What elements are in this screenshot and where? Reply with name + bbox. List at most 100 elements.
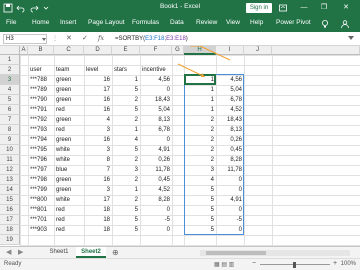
restore-button[interactable]: ❐ [316, 0, 332, 16]
horizontal-scrollbar[interactable] [200, 250, 350, 256]
cell-user[interactable]: ***796 [28, 155, 54, 165]
cell-team[interactable]: red [54, 205, 84, 215]
cell-user[interactable]: ***798 [28, 175, 54, 185]
tab-insert[interactable]: Insert [60, 19, 76, 26]
cell-team[interactable]: red [54, 215, 84, 225]
zoom-level[interactable]: 100% [341, 261, 356, 267]
row-header-18[interactable]: 18 [0, 225, 20, 235]
formula-input[interactable]: =SORTBY(E3:F18;E3:E18) [115, 34, 355, 44]
cell-user[interactable]: ***792 [28, 115, 54, 125]
tab-home[interactable]: Home [32, 19, 49, 26]
cell-team[interactable]: red [54, 225, 84, 235]
cell-level[interactable]: 7 [84, 165, 112, 175]
cell-stars[interactable]: 2 [112, 195, 140, 205]
cell-stars[interactable]: 5 [112, 105, 140, 115]
name-box[interactable]: H3 [3, 34, 47, 44]
cell-level[interactable]: 17 [84, 195, 112, 205]
cell-team[interactable]: white [54, 195, 84, 205]
tab-page-layout[interactable]: Page Layout [88, 19, 125, 26]
cell-user[interactable]: ***799 [28, 185, 54, 195]
cell-user[interactable]: ***903 [28, 225, 54, 235]
cell-incentive[interactable]: 4,52 [140, 185, 172, 195]
cell-stars[interactable]: 2 [112, 155, 140, 165]
cell-team[interactable]: red [54, 125, 84, 135]
cell-team[interactable]: red [54, 105, 84, 115]
cell-level[interactable]: 3 [84, 145, 112, 155]
cell-incentive[interactable]: 4,91 [140, 145, 172, 155]
cell-user[interactable]: ***793 [28, 125, 54, 135]
cell-incentive[interactable]: 0 [140, 205, 172, 215]
zoom-slider-knob[interactable] [293, 262, 296, 268]
tab-view[interactable]: View [226, 19, 240, 26]
row-header-16[interactable]: 16 [0, 205, 20, 215]
zoom-out-button[interactable]: − [252, 260, 256, 267]
cell-incentive[interactable]: 0,45 [140, 175, 172, 185]
cell-user[interactable]: ***801 [28, 205, 54, 215]
row-header-15[interactable]: 15 [0, 195, 20, 205]
cell-stars[interactable]: 3 [112, 165, 140, 175]
cell-level[interactable]: 16 [84, 175, 112, 185]
cell-level[interactable]: 16 [84, 135, 112, 145]
cell-incentive[interactable]: 5,04 [140, 105, 172, 115]
sheet-tab-sheet1[interactable]: Sheet1 [44, 247, 74, 258]
row-header-13[interactable]: 13 [0, 175, 20, 185]
add-sheet-icon[interactable]: ⊕ [112, 248, 119, 257]
prev-sheet-icon[interactable]: ◀ [6, 248, 11, 256]
tab-data[interactable]: Data [170, 19, 184, 26]
cell-stars[interactable]: 1 [112, 125, 140, 135]
row-header-9[interactable]: 9 [0, 135, 20, 145]
cell-incentive[interactable]: 11,78 [140, 165, 172, 175]
cell-user[interactable]: ***797 [28, 165, 54, 175]
insert-function-icon[interactable]: fx [98, 34, 104, 42]
cell-incentive[interactable]: 0 [140, 135, 172, 145]
cell-incentive[interactable]: 8,28 [140, 195, 172, 205]
expand-formula-bar-icon[interactable] [348, 36, 354, 42]
cell-level[interactable]: 8 [84, 155, 112, 165]
cell-incentive[interactable]: 0,26 [140, 155, 172, 165]
cell-team[interactable]: green [54, 175, 84, 185]
cell-incentive[interactable]: 0 [140, 225, 172, 235]
row-header-17[interactable]: 17 [0, 215, 20, 225]
cell-stars[interactable]: 1 [112, 185, 140, 195]
cell-team[interactable]: green [54, 115, 84, 125]
cell-user[interactable]: ***795 [28, 145, 54, 155]
row-header-6[interactable]: 6 [0, 105, 20, 115]
cell-stars[interactable]: 5 [112, 205, 140, 215]
tab-help[interactable]: Help [250, 19, 263, 26]
row-header-7[interactable]: 7 [0, 115, 20, 125]
cell-level[interactable]: 3 [84, 125, 112, 135]
cell-stars[interactable]: 2 [112, 175, 140, 185]
cell-incentive[interactable]: 6,78 [140, 125, 172, 135]
cancel-icon[interactable]: ✕ [66, 34, 72, 42]
name-box-dropdown-icon[interactable] [42, 37, 46, 43]
tab-power-pivot[interactable]: Power Pivot [276, 19, 311, 26]
tab-review[interactable]: Review [196, 19, 217, 26]
cell-incentive[interactable]: -5 [140, 215, 172, 225]
row-header-8[interactable]: 8 [0, 125, 20, 135]
ribbon-display-icon[interactable] [278, 3, 288, 13]
zoom-in-button[interactable]: + [333, 260, 337, 267]
view-mode-icons[interactable]: ▦ ▤ ▥ [214, 261, 234, 268]
cell-level[interactable]: 3 [84, 185, 112, 195]
cell-level[interactable]: 4 [84, 115, 112, 125]
tab-formulas[interactable]: Formulas [132, 19, 159, 26]
cell-team[interactable]: green [54, 135, 84, 145]
row-header-14[interactable]: 14 [0, 185, 20, 195]
close-button[interactable]: ✕ [338, 0, 354, 16]
cell-team[interactable]: white [54, 155, 84, 165]
sign-in-button[interactable]: Sign in [246, 3, 272, 13]
cell-stars[interactable]: 5 [112, 145, 140, 155]
cell-level[interactable]: 18 [84, 205, 112, 215]
row-header-19[interactable]: 19 [0, 235, 20, 245]
cell-stars[interactable]: 5 [112, 225, 140, 235]
cell-user[interactable]: ***701 [28, 215, 54, 225]
cell-user[interactable]: ***800 [28, 195, 54, 205]
cell-level[interactable]: 18 [84, 215, 112, 225]
cell-level[interactable]: 18 [84, 225, 112, 235]
worksheet-grid[interactable]: ABCDEFGHIJ 1 2 3 4 5 6 7 8 9 10 11 12 13 14 15 16 17 18 19… [0, 46, 360, 246]
cell-incentive[interactable]: 8,13 [140, 115, 172, 125]
cell-team[interactable]: blue [54, 165, 84, 175]
horizontal-scroll-thumb[interactable] [206, 251, 266, 255]
lightbulb-icon[interactable] [320, 19, 330, 29]
tab-file[interactable]: File [6, 19, 16, 26]
